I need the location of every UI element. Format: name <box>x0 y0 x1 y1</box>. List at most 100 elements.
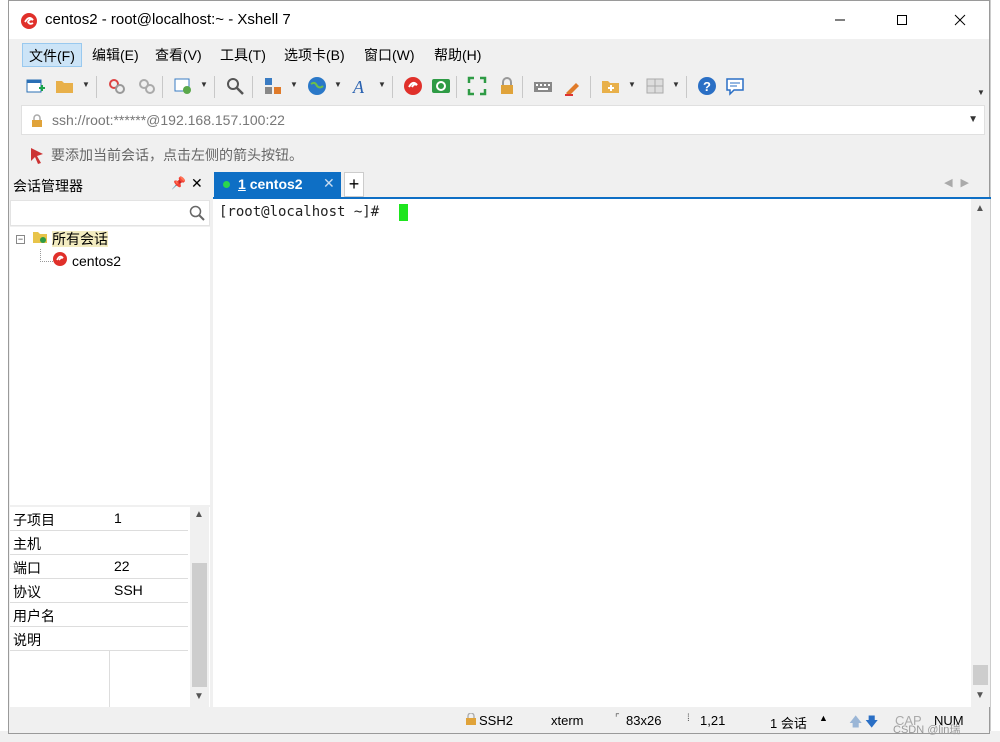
property-key: 主机 <box>13 536 41 552</box>
lock-icon <box>30 114 44 131</box>
keyboard-icon[interactable] <box>532 75 554 97</box>
close-icon[interactable]: ✕ <box>191 175 203 192</box>
hint-bar: 要添加当前会话，点击左侧的箭头按钮。 <box>21 141 985 167</box>
open-dropdown-icon[interactable]: ▼ <box>82 80 90 89</box>
find-icon[interactable] <box>224 75 246 97</box>
status-size: 83x26 <box>626 713 662 728</box>
scroll-down-icon[interactable]: ▼ <box>194 691 204 702</box>
fullscreen-icon[interactable] <box>466 75 488 97</box>
tree-folder-row[interactable]: 所有会话 <box>32 228 108 250</box>
address-bar[interactable]: ssh://root:******@192.168.157.100:22 ▼ <box>21 105 985 135</box>
title-bar: centos2 - root@localhost:~ - Xshell 7 <box>9 1 989 39</box>
property-row[interactable]: 子项目 1 <box>10 507 188 531</box>
minimize-button[interactable] <box>817 1 863 39</box>
window-title: centos2 - root@localhost:~ - Xshell 7 <box>45 11 291 28</box>
toolbar-overflow-icon[interactable]: ▼ <box>977 88 985 97</box>
new-folder-dropdown-icon[interactable]: ▼ <box>628 80 636 89</box>
property-row[interactable]: 主机 <box>10 531 188 555</box>
address-dropdown-icon[interactable]: ▼ <box>968 114 978 125</box>
globe-dropdown-icon[interactable]: ▼ <box>334 80 342 89</box>
status-bar: SSH2 xterm ⌜ 83x26 ⁞ 1,21 1 会话 ▲ 🡅 🡇 CAP… <box>9 709 989 736</box>
property-key: 说明 <box>13 632 41 648</box>
tile-windows-icon[interactable] <box>644 75 666 97</box>
terminal[interactable]: [root@localhost ~]# <box>213 199 971 707</box>
tile-dropdown-icon[interactable]: ▼ <box>672 80 680 89</box>
font-icon[interactable]: A <box>350 75 372 97</box>
disconnect-icon[interactable] <box>136 75 158 97</box>
status-sessions[interactable]: 1 会话 <box>770 713 807 732</box>
menu-file[interactable]: 文件(F) <box>22 43 82 67</box>
scroll-down-icon[interactable]: ▼ <box>975 690 985 701</box>
xshell-logo-icon <box>19 11 39 31</box>
chat-icon[interactable] <box>724 75 746 97</box>
property-row[interactable]: 说明 <box>10 627 188 651</box>
svg-text:A: A <box>352 77 365 96</box>
size-icon: ⌜ <box>615 713 620 724</box>
property-value: 1 <box>114 510 122 526</box>
tab-close-icon[interactable]: ✕ <box>323 175 335 192</box>
tab-name: centos2 <box>249 176 303 192</box>
close-window-button[interactable] <box>937 1 983 39</box>
scroll-thumb[interactable] <box>192 563 207 687</box>
help-icon[interactable]: ? <box>696 75 718 97</box>
add-session-arrow-icon[interactable] <box>29 146 47 167</box>
download-arrow-icon: 🡇 <box>865 714 879 729</box>
property-value: 22 <box>114 558 130 574</box>
property-row[interactable]: 端口 22 <box>10 555 188 579</box>
session-manager-header: 会话管理器 📌 ✕ <box>9 172 210 198</box>
property-key: 子项目 <box>13 512 55 528</box>
menu-tools[interactable]: 工具(T) <box>214 43 272 67</box>
menu-tabs[interactable]: 选项卡(B) <box>278 43 351 67</box>
properties-scrollbar[interactable]: ▲ ▼ <box>190 507 209 707</box>
tab-scroll-arrows-icon[interactable]: ◀▶ <box>944 176 977 189</box>
tab-label: 1 centos2 <box>238 176 303 192</box>
scroll-up-icon[interactable]: ▲ <box>194 509 204 520</box>
scroll-thumb[interactable] <box>973 665 988 685</box>
highlight-pen-icon[interactable] <box>562 75 584 97</box>
menu-edit[interactable]: 编辑(E) <box>86 43 145 67</box>
tab-centos2[interactable]: 1 centos2 ✕ <box>214 172 341 198</box>
property-row[interactable]: 协议 SSH <box>10 579 188 603</box>
menu-window[interactable]: 窗口(W) <box>358 43 421 67</box>
watermark: CSDN @lin瑞 <box>893 724 961 736</box>
terminal-scrollbar[interactable]: ▲ ▼ <box>971 199 990 707</box>
xftp-icon[interactable] <box>430 75 452 97</box>
sessions-up-icon[interactable]: ▲ <box>819 713 828 723</box>
layout-icon[interactable] <box>262 75 284 97</box>
open-folder-icon[interactable] <box>54 75 76 97</box>
tab-strip: 1 centos2 ✕ + ◀▶ <box>213 172 989 198</box>
xshell-icon[interactable] <box>402 75 424 97</box>
status-cursor-position: 1,21 <box>700 713 726 728</box>
search-icon[interactable] <box>189 205 205 224</box>
property-row[interactable]: 用户名 <box>10 603 188 627</box>
font-dropdown-icon[interactable]: ▼ <box>378 80 386 89</box>
address-text[interactable]: ssh://root:******@192.168.157.100:22 <box>52 112 285 128</box>
tree-session-row[interactable]: centos2 <box>52 250 121 272</box>
menu-help[interactable]: 帮助(H) <box>428 43 487 67</box>
reconnect-icon[interactable] <box>106 75 128 97</box>
tab-number: 1 <box>238 176 246 192</box>
layout-dropdown-icon[interactable]: ▼ <box>290 80 298 89</box>
properties-dropdown-icon[interactable]: ▼ <box>200 80 208 89</box>
cursor-position-icon: ⁞ <box>687 713 690 724</box>
background-window-right <box>990 0 1000 742</box>
menu-view[interactable]: 查看(V) <box>149 43 208 67</box>
session-tree: − 所有会话 centos2 <box>10 227 210 505</box>
scroll-up-icon[interactable]: ▲ <box>975 203 985 214</box>
session-search-input[interactable] <box>10 200 210 226</box>
status-terminal-type: xterm <box>551 713 584 728</box>
maximize-button[interactable] <box>879 1 925 39</box>
new-folder-icon[interactable] <box>600 75 622 97</box>
globe-icon[interactable] <box>306 75 328 97</box>
properties-icon[interactable] <box>172 75 194 97</box>
collapse-icon[interactable]: − <box>16 235 25 244</box>
new-session-icon[interactable] <box>24 75 46 97</box>
tree-folder-label: 所有会话 <box>52 231 108 247</box>
svg-text:?: ? <box>703 79 711 94</box>
pin-icon[interactable]: 📌 <box>171 176 186 190</box>
lock-icon[interactable] <box>496 75 518 97</box>
new-tab-button[interactable]: + <box>344 172 364 197</box>
property-key: 协议 <box>13 584 41 600</box>
folder-icon <box>32 229 48 251</box>
connected-status-icon <box>223 181 230 188</box>
